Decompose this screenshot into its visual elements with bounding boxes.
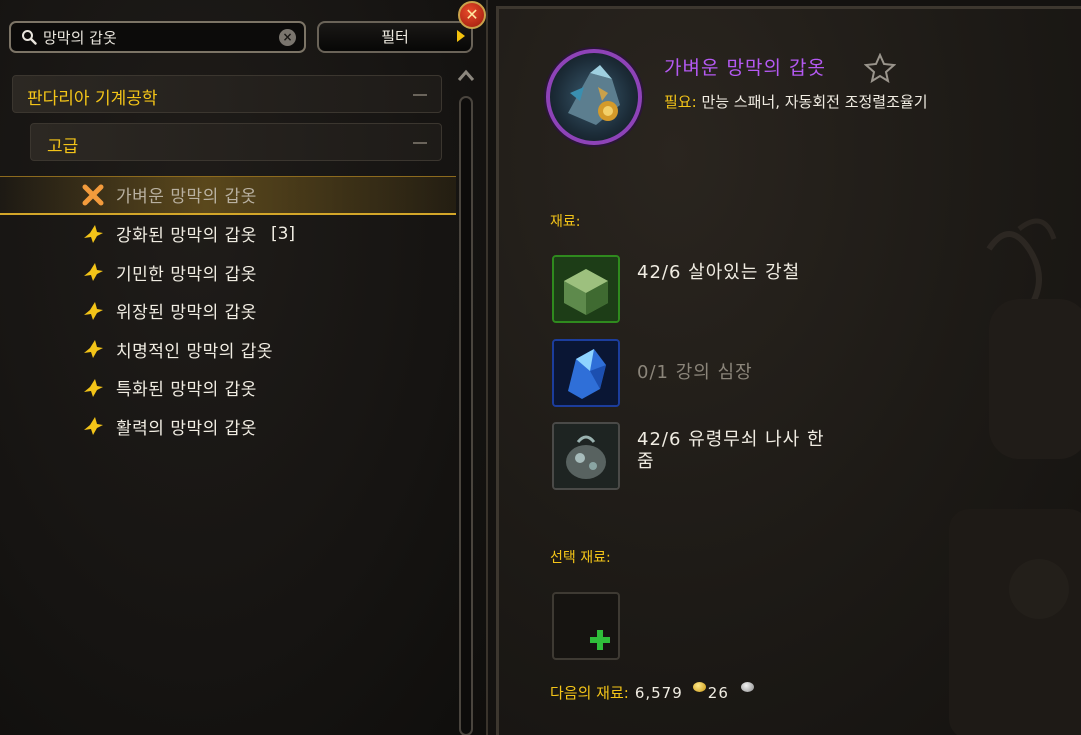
reagent-living-steel[interactable]: 42/6 살아있는 강철	[550, 255, 910, 325]
plus-icon	[590, 630, 610, 650]
crossed-swords-icon	[82, 184, 104, 206]
recipe-name: 위장된 망막의 갑옷	[116, 303, 257, 324]
gold-coin-icon	[692, 681, 706, 692]
recipe-art	[568, 65, 620, 125]
filter-button-label: 필터	[381, 28, 409, 46]
collapse-icon	[413, 142, 427, 144]
skill-up-icon	[84, 417, 103, 436]
arrow-right-icon	[457, 30, 465, 42]
recipe-name: 활력의 망막의 갑옷	[116, 418, 257, 439]
required-tools: 필요: 만능 스패너, 자동회전 조정렬조율기	[664, 91, 928, 112]
recipe-row[interactable]: 위장된 망막의 갑옷	[0, 292, 456, 331]
close-icon[interactable]: ✕	[458, 1, 486, 29]
reagent-text: 42/6 유령무쇠 나사 한 줌	[637, 429, 825, 472]
collapse-icon	[413, 94, 427, 96]
crystal-heart-icon	[552, 339, 620, 407]
scroll-up-icon[interactable]	[456, 66, 476, 86]
living-steel-icon	[552, 255, 620, 323]
search-box[interactable]: ×	[9, 21, 306, 53]
skill-up-icon	[84, 340, 103, 359]
recipe-row[interactable]: 활력의 망막의 갑옷	[0, 407, 456, 446]
recipe-row-selected[interactable]: 가벼운 망막의 갑옷	[0, 176, 456, 215]
scroll-track[interactable]	[459, 96, 473, 735]
optional-reagents-label: 선택 재료:	[550, 550, 611, 566]
recipe-row[interactable]: 특화된 망막의 갑옷	[0, 369, 456, 408]
recipe-list-pane: × 필터 ✕ 판다리아 기계공학 고급 가벼운 망막의 갑옷	[0, 0, 488, 735]
skill-up-icon	[84, 224, 103, 243]
tools-label: 필요:	[664, 93, 697, 111]
reagent-ghost-iron-bolts[interactable]: 42/6 유령무쇠 나사 한 줌	[550, 422, 910, 492]
category-label: 고급	[47, 137, 79, 157]
reagents-label: 재료:	[550, 214, 581, 230]
silver-coin-icon	[740, 681, 754, 692]
recipe-name: 기민한 망막의 갑옷	[116, 264, 257, 285]
recipe-name: 특화된 망막의 갑옷	[116, 380, 257, 401]
tools-value: 만능 스패너, 자동회전 조정렬조율기	[701, 93, 928, 111]
reagent-text: 42/6 살아있는 강철	[637, 262, 801, 283]
recipe-list: 가벼운 망막의 갑옷 강화된 망막의 갑옷 [3] 기민한 망막의 갑옷 위장된…	[0, 176, 456, 446]
star-outline-icon[interactable]	[864, 53, 896, 83]
category-advanced[interactable]: 고급	[30, 123, 442, 161]
silver-amount: 26	[707, 683, 729, 702]
category-label: 판다리아 기계공학	[27, 89, 158, 109]
recipe-title: 가벼운 망막의 갑옷	[664, 57, 826, 79]
recipe-row[interactable]: 기민한 망막의 갑옷	[0, 253, 456, 292]
scrollbar[interactable]	[456, 66, 476, 735]
recipe-name: 치명적인 망막의 갑옷	[116, 341, 274, 362]
optional-reagent-slot[interactable]	[552, 592, 620, 660]
recipe-row[interactable]: 강화된 망막의 갑옷 [3]	[0, 215, 456, 254]
recipe-detail-pane: 가벼운 망막의 갑옷 필요: 만능 스패너, 자동회전 조정렬조율기 재료: 4…	[496, 6, 1081, 735]
filter-button[interactable]: 필터	[317, 21, 473, 53]
category-pandaria-engineering[interactable]: 판다리아 기계공학	[12, 75, 442, 113]
gold-amount: 6,579	[634, 683, 683, 702]
skill-up-icon	[84, 263, 103, 282]
recipe-count: [3]	[270, 223, 296, 244]
recipe-row[interactable]: 치명적인 망막의 갑옷	[0, 330, 456, 369]
reagent-heart-of-steel[interactable]: 0/1 강의 심장	[550, 339, 910, 409]
next-label: 다음의 재료:	[550, 684, 629, 702]
reagent-text: 0/1 강의 심장	[637, 362, 753, 383]
search-input[interactable]	[43, 28, 253, 46]
bolts-bag-icon	[552, 422, 620, 490]
recipe-name: 가벼운 망막의 갑옷	[116, 187, 257, 208]
recipe-name: 강화된 망막의 갑옷	[116, 226, 257, 247]
next-reagent-cost: 다음의 재료: 6,579 26	[550, 681, 756, 703]
recipe-icon[interactable]	[546, 49, 642, 145]
skill-up-icon	[84, 378, 103, 397]
clear-icon[interactable]: ×	[279, 29, 296, 46]
skill-up-icon	[84, 301, 103, 320]
search-icon	[22, 30, 37, 45]
background-machine-art	[949, 218, 1081, 735]
